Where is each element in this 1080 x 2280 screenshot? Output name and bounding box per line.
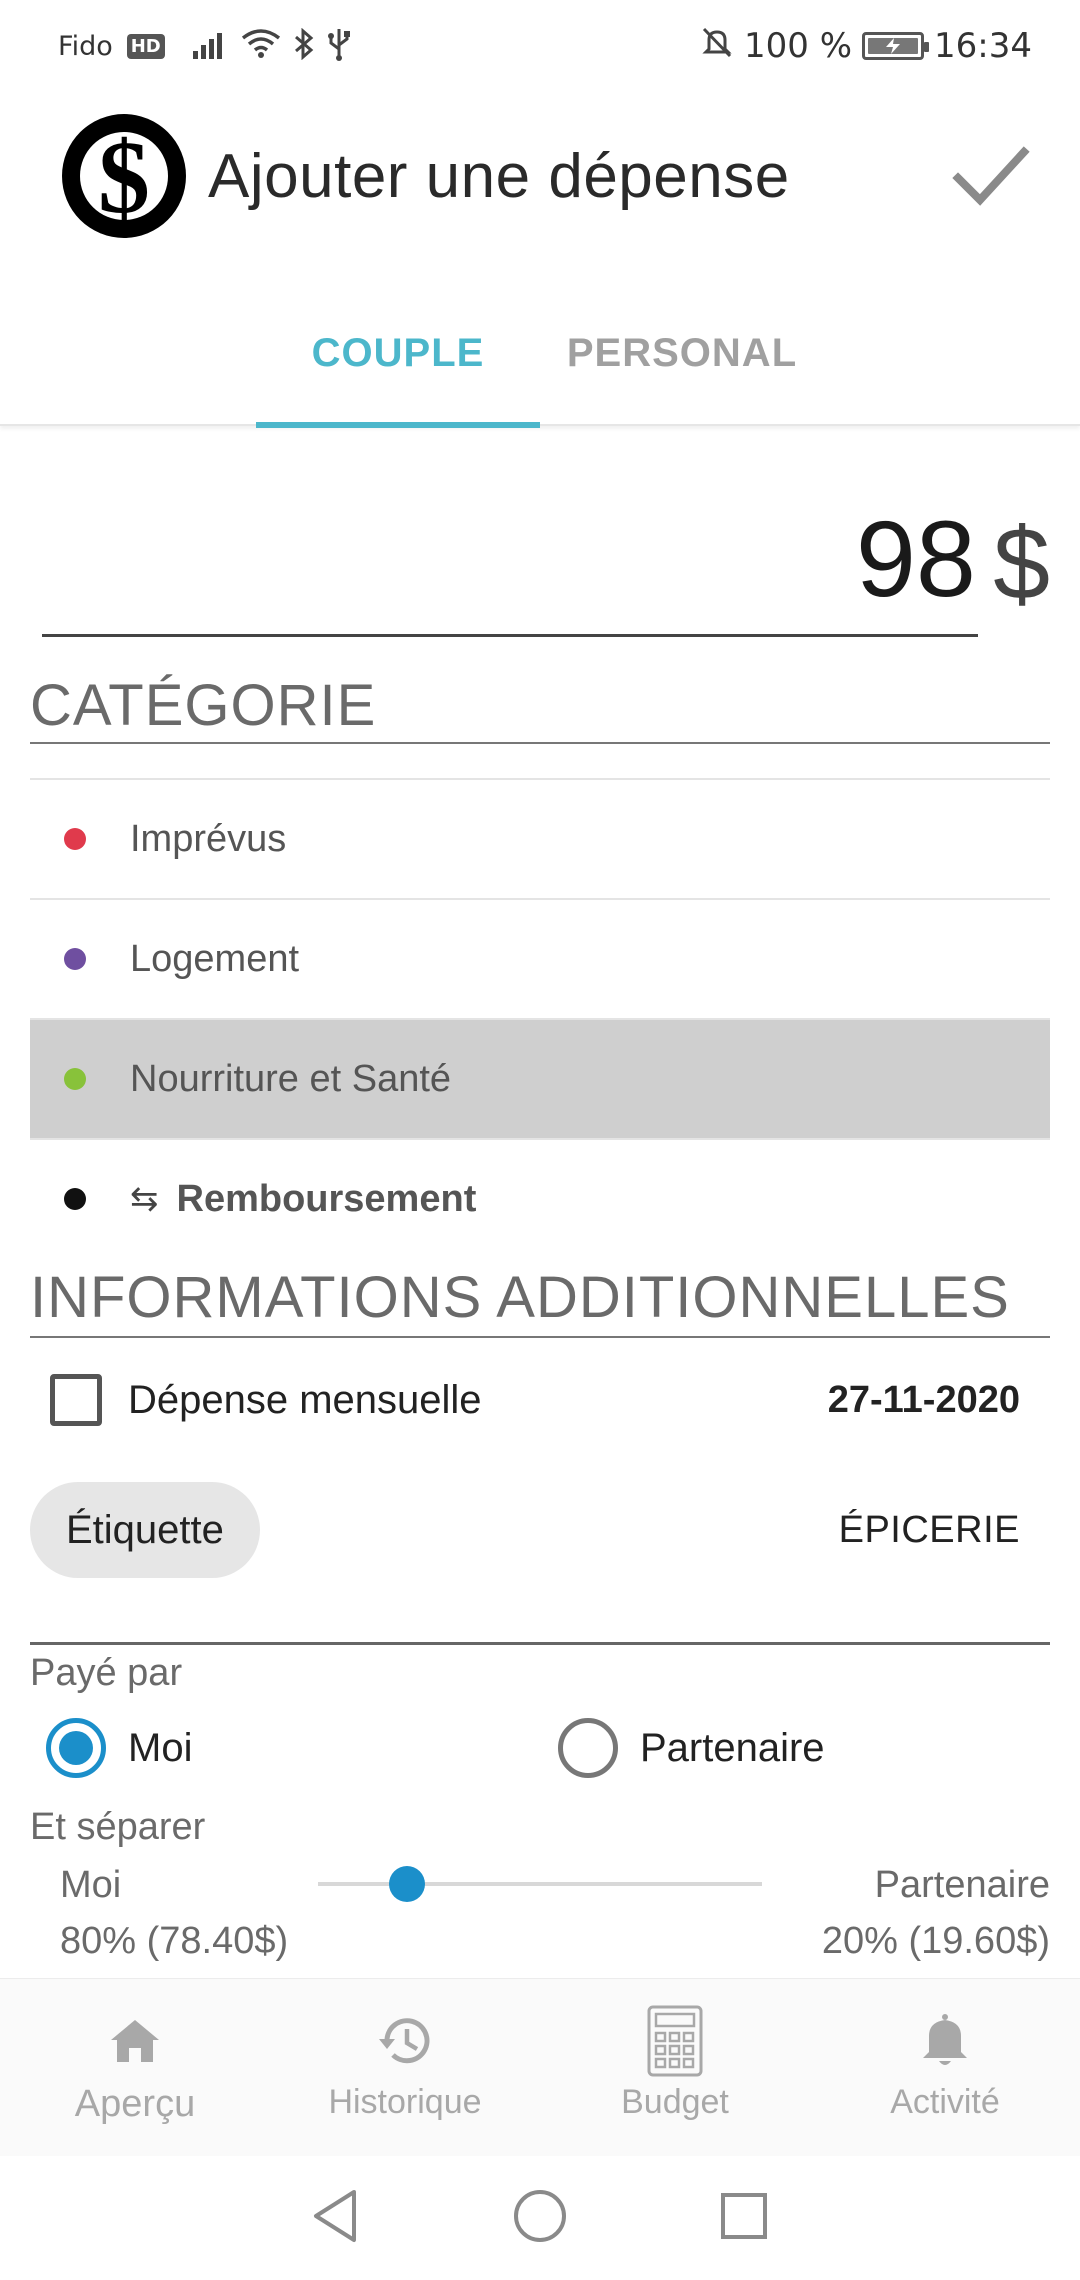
- nav-item-apercu[interactable]: Aperçu: [0, 1979, 270, 2156]
- paid-by-partner-radio[interactable]: [558, 1718, 618, 1778]
- history-icon: [373, 2009, 437, 2073]
- nav-item-activite[interactable]: Activité: [810, 1979, 1080, 2156]
- monthly-expense-row: Dépense mensuelle 27-11-2020: [50, 1370, 1020, 1430]
- battery-percent: 100 %: [744, 26, 853, 66]
- monthly-expense-label[interactable]: Dépense mensuelle: [128, 1378, 482, 1423]
- confirm-button[interactable]: [940, 126, 1040, 226]
- bell-icon: [913, 2009, 977, 2073]
- category-label: Remboursement: [176, 1177, 477, 1220]
- check-icon: [952, 146, 1030, 206]
- split-label: Et séparer: [30, 1806, 206, 1848]
- nav-item-historique[interactable]: Historique: [270, 1979, 540, 2156]
- back-icon[interactable]: [310, 2188, 362, 2249]
- wifi-icon: [241, 28, 281, 64]
- amount-value[interactable]: 98: [856, 496, 976, 621]
- category-section-title: CATÉGORIE: [30, 673, 377, 738]
- carrier-name: Fido: [58, 30, 113, 62]
- category-divider: [30, 742, 1050, 744]
- bottom-navigation: Aperçu Historique Budget Activité: [0, 1978, 1080, 2156]
- category-label: Imprévus: [130, 817, 287, 860]
- monthly-expense-checkbox[interactable]: [50, 1374, 102, 1426]
- paid-by-me-option[interactable]: Moi: [46, 1718, 192, 1778]
- dollar-logo-icon: $: [98, 120, 150, 235]
- page-title: Ajouter une dépense: [208, 141, 790, 211]
- amount-field[interactable]: 98 $: [40, 496, 1050, 636]
- split-me-name: Moi: [60, 1864, 122, 1906]
- slider-track[interactable]: [318, 1882, 762, 1886]
- split-me-value: 80% (78.40$): [60, 1920, 289, 1962]
- split-slider[interactable]: [318, 1862, 762, 1906]
- tag-value[interactable]: ÉPICERIE: [839, 1509, 1020, 1552]
- status-right: 100 % 16:34: [700, 25, 1032, 68]
- recents-icon[interactable]: [718, 2190, 770, 2247]
- paid-by-radio-group: Moi Partenaire: [46, 1718, 1046, 1782]
- category-item-remboursement[interactable]: ⇆ Remboursement: [30, 1138, 1050, 1258]
- nav-item-budget[interactable]: Budget: [540, 1979, 810, 2156]
- paid-by-partner-label[interactable]: Partenaire: [640, 1726, 825, 1771]
- split-partner-value: 20% (19.60$): [821, 1920, 1050, 1962]
- amount-currency: $: [993, 507, 1050, 621]
- nav-label: Activité: [890, 2083, 1000, 2121]
- expense-type-tabs: COUPLE PERSONAL: [0, 280, 1080, 428]
- carrier-group: Fido HD: [58, 31, 165, 62]
- category-color-dot: [64, 1068, 86, 1090]
- paid-by-partner-option[interactable]: Partenaire: [558, 1718, 825, 1778]
- category-color-dot: [64, 948, 86, 970]
- split-partner-name: Partenaire: [874, 1864, 1050, 1906]
- app-bar: $ Ajouter une dépense: [0, 92, 1080, 260]
- category-label: Nourriture et Santé: [130, 1057, 452, 1100]
- category-list: Imprévus Logement Nourriture et Santé ⇆ …: [30, 778, 1050, 1258]
- additional-info-title: INFORMATIONS ADDITIONNELLES: [30, 1265, 1010, 1330]
- paid-by-label: Payé par: [30, 1652, 183, 1694]
- logo-inner-circle: $: [80, 126, 168, 230]
- usb-icon: [327, 27, 351, 65]
- tab-personal[interactable]: PERSONAL: [540, 280, 824, 426]
- hd-badge: HD: [126, 33, 165, 59]
- status-bar: Fido HD 100 % 16:34: [0, 0, 1080, 92]
- tab-couple[interactable]: COUPLE: [256, 280, 540, 428]
- app-logo: $: [62, 114, 186, 238]
- swap-arrows-icon: ⇆: [130, 1180, 159, 1218]
- tag-underline: [30, 1642, 1050, 1645]
- nav-label: Budget: [621, 2083, 729, 2121]
- expense-date[interactable]: 27-11-2020: [828, 1379, 1020, 1422]
- silent-bell-icon: [700, 25, 734, 68]
- category-color-dot: [64, 828, 86, 850]
- nav-label: Historique: [328, 2083, 482, 2121]
- signal-icon: [192, 29, 229, 63]
- tag-chip[interactable]: Étiquette: [30, 1482, 260, 1578]
- calculator-icon: [643, 2005, 707, 2077]
- paid-by-me-radio[interactable]: [46, 1718, 106, 1778]
- category-item-nourriture-sante[interactable]: Nourriture et Santé: [30, 1018, 1050, 1138]
- amount-underline: [42, 634, 978, 637]
- battery-icon: [862, 32, 930, 60]
- clock-time: 16:34: [934, 26, 1032, 66]
- nav-label: Aperçu: [74, 2083, 196, 2125]
- category-item-imprevus[interactable]: Imprévus: [30, 778, 1050, 898]
- category-color-dot: [64, 1188, 86, 1210]
- home-circle-icon[interactable]: [512, 2188, 568, 2249]
- home-icon: [103, 2009, 167, 2073]
- tag-row: Étiquette ÉPICERIE: [30, 1482, 1020, 1578]
- bluetooth-icon: [293, 27, 315, 64]
- slider-thumb[interactable]: [388, 1866, 425, 1902]
- paid-by-me-label[interactable]: Moi: [128, 1726, 192, 1771]
- category-item-logement[interactable]: Logement: [30, 898, 1050, 1018]
- status-icons: [192, 27, 351, 65]
- additional-info-divider: [30, 1336, 1050, 1338]
- system-navigation-bar: [0, 2156, 1080, 2280]
- category-label: Logement: [130, 937, 300, 980]
